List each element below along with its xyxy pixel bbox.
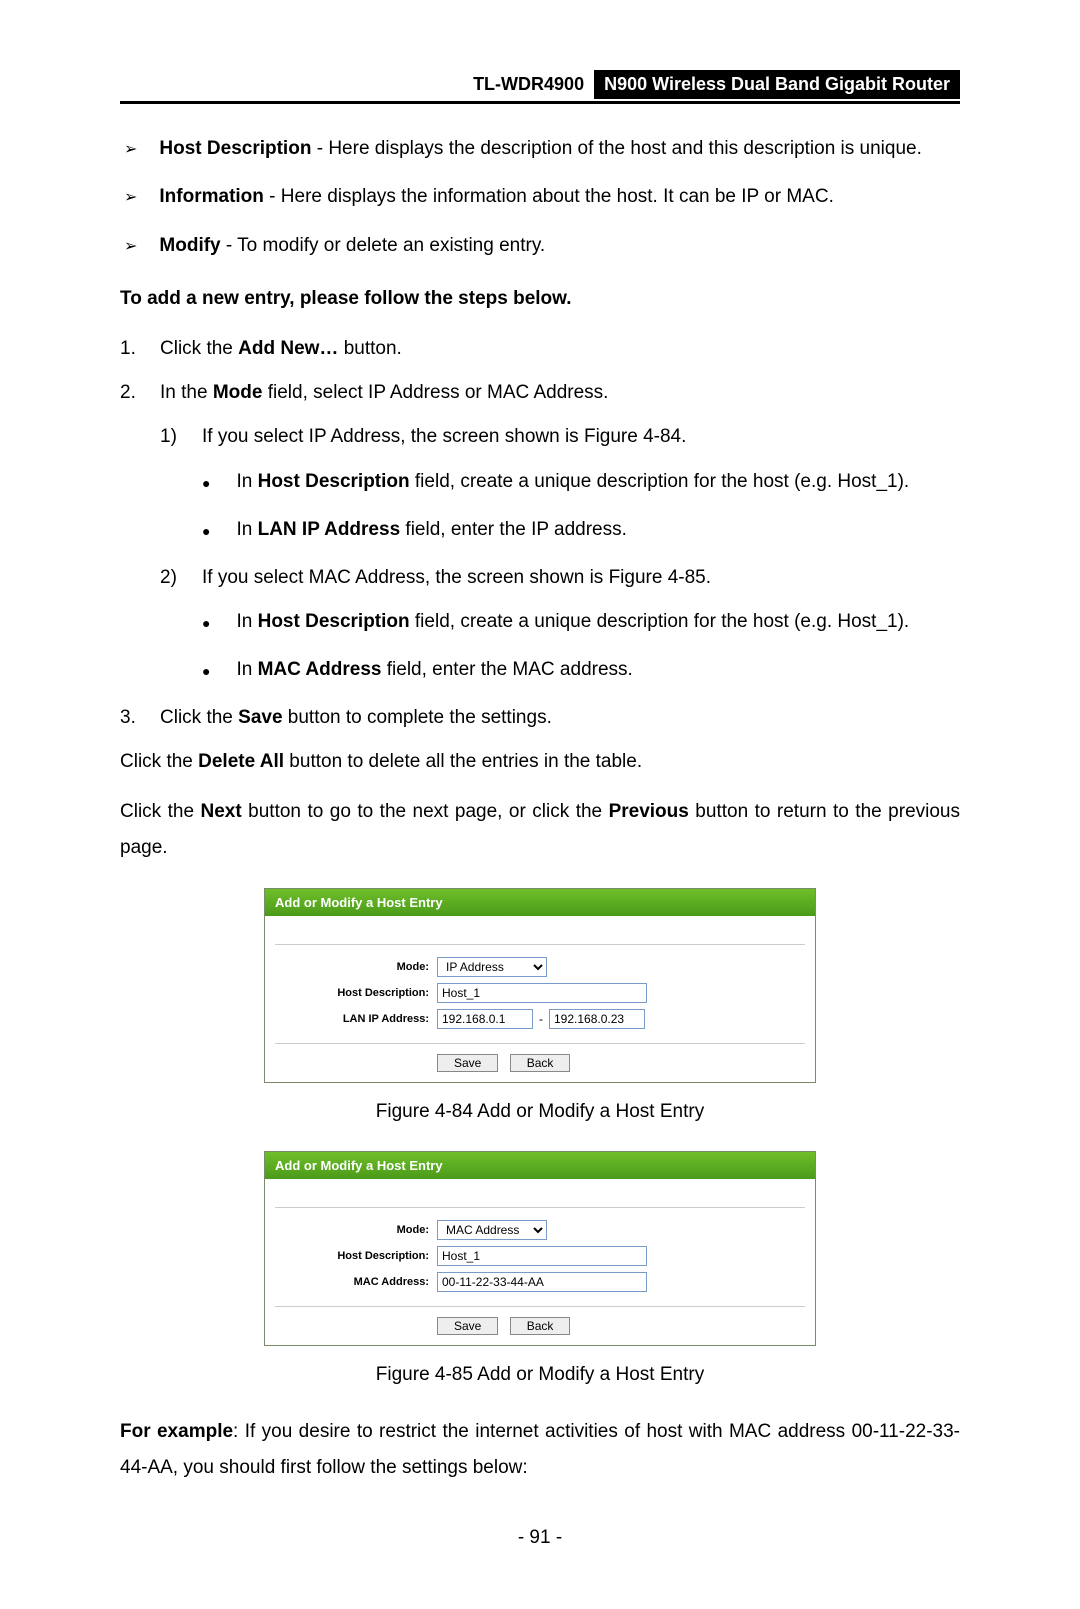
list-item: ● In MAC Address field, enter the MAC ad… xyxy=(202,652,960,688)
panel-title: Add or Modify a Host Entry xyxy=(265,889,815,916)
list-item: ● In Host Description field, create a un… xyxy=(202,464,960,500)
list-item: ● In LAN IP Address field, enter the IP … xyxy=(202,512,960,548)
back-button[interactable]: Back xyxy=(510,1054,571,1072)
bullet-icon: ● xyxy=(202,518,210,548)
host-description-input[interactable] xyxy=(437,983,647,1003)
list-item: 3. Click the Save button to complete the… xyxy=(120,700,960,736)
figure-panel: Add or Modify a Host Entry Mode: IP Addr… xyxy=(264,888,816,1083)
mode-select[interactable]: MAC Address xyxy=(437,1220,547,1240)
figure-panel: Add or Modify a Host Entry Mode: MAC Add… xyxy=(264,1151,816,1346)
header-title: N900 Wireless Dual Band Gigabit Router xyxy=(594,70,960,99)
list-text: Modify - To modify or delete an existing… xyxy=(159,231,545,261)
figure-caption: Figure 4-84 Add or Modify a Host Entry xyxy=(120,1101,960,1123)
arrow-icon: ➢ xyxy=(124,234,137,261)
dash-separator: - xyxy=(539,1012,543,1026)
arrow-icon: ➢ xyxy=(124,185,137,212)
host-description-input[interactable] xyxy=(437,1246,647,1266)
list-item: 2. In the Mode field, select IP Address … xyxy=(120,375,960,411)
paragraph: For example: If you desire to restrict t… xyxy=(120,1414,960,1486)
arrow-icon: ➢ xyxy=(124,137,137,164)
list-item: ➢ Modify - To modify or delete an existi… xyxy=(120,231,960,261)
bullet-icon: ● xyxy=(202,658,210,688)
panel-title: Add or Modify a Host Entry xyxy=(265,1152,815,1179)
page-number: - 91 - xyxy=(120,1527,960,1549)
list-item: 2) If you select MAC Address, the screen… xyxy=(160,560,960,596)
section-heading: To add a new entry, please follow the st… xyxy=(120,281,960,317)
list-text: Host Description - Here displays the des… xyxy=(159,134,921,164)
field-label: Mode: xyxy=(275,1224,437,1236)
field-label: Mode: xyxy=(275,961,437,973)
header-model: TL-WDR4900 xyxy=(463,70,594,99)
list-item: 1. Click the Add New… button. xyxy=(120,331,960,367)
save-button[interactable]: Save xyxy=(437,1054,498,1072)
list-item: 1) If you select IP Address, the screen … xyxy=(160,419,960,455)
lan-ip-from-input[interactable] xyxy=(437,1009,533,1029)
page-header: TL-WDR4900 N900 Wireless Dual Band Gigab… xyxy=(120,70,960,104)
list-item: ➢ Information - Here displays the inform… xyxy=(120,182,960,212)
save-button[interactable]: Save xyxy=(437,1317,498,1335)
paragraph: Click the Delete All button to delete al… xyxy=(120,744,960,780)
lan-ip-to-input[interactable] xyxy=(549,1009,645,1029)
field-label: LAN IP Address: xyxy=(275,1013,437,1025)
bullet-icon: ● xyxy=(202,610,210,640)
mac-address-input[interactable] xyxy=(437,1272,647,1292)
back-button[interactable]: Back xyxy=(510,1317,571,1335)
mode-select[interactable]: IP Address xyxy=(437,957,547,977)
field-label: Host Description: xyxy=(275,1250,437,1262)
paragraph: Click the Next button to go to the next … xyxy=(120,794,960,866)
figure-caption: Figure 4-85 Add or Modify a Host Entry xyxy=(120,1364,960,1386)
field-label: Host Description: xyxy=(275,987,437,999)
bullet-icon: ● xyxy=(202,470,210,500)
list-text: Information - Here displays the informat… xyxy=(159,182,833,212)
list-item: ➢ Host Description - Here displays the d… xyxy=(120,134,960,164)
field-label: MAC Address: xyxy=(275,1276,437,1288)
list-item: ● In Host Description field, create a un… xyxy=(202,604,960,640)
